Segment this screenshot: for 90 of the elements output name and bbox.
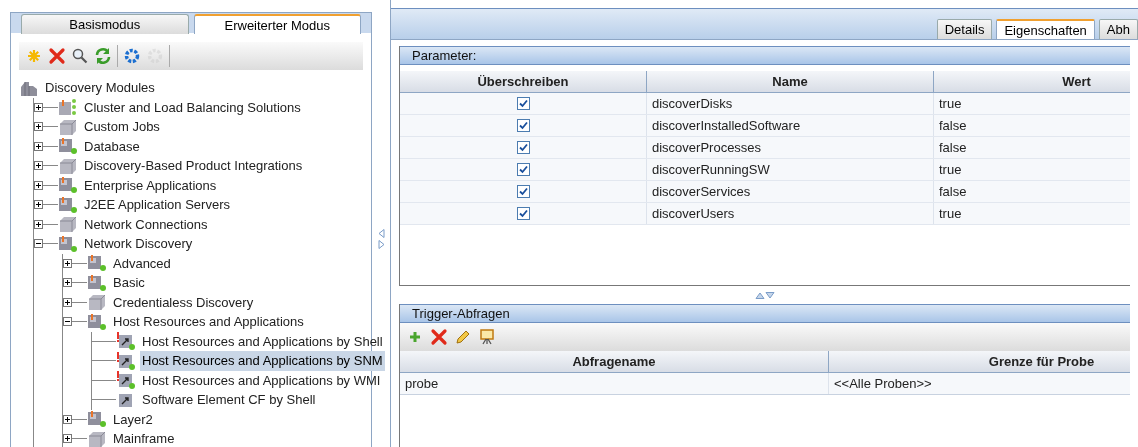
tree-item[interactable]: Host Resources and Applications by SNM: [140, 351, 385, 371]
expand-icon[interactable]: [34, 219, 43, 229]
script-icon: [116, 332, 136, 351]
column-header[interactable]: Überschreiben: [400, 71, 647, 93]
table-cell-text: discoverProcesses: [652, 138, 762, 157]
tree-item[interactable]: Host Resources and Applications: [111, 312, 306, 332]
module-icon: [58, 195, 78, 214]
checkbox[interactable]: [516, 141, 530, 154]
tree-item[interactable]: Layer2: [111, 409, 155, 429]
tree-item[interactable]: Mainframe: [111, 429, 177, 447]
checkbox[interactable]: [516, 163, 530, 176]
module-icon: [58, 234, 78, 253]
collapse-icon[interactable]: [63, 317, 72, 327]
module-icon: [87, 273, 107, 292]
tree-item[interactable]: Network Discovery: [82, 234, 195, 254]
table-cell-text: true: [939, 204, 962, 223]
table-cell-text: discoverDisks: [652, 94, 733, 113]
module-icon: [87, 254, 107, 273]
module-icon: [58, 176, 78, 195]
cube-icon: [87, 429, 107, 447]
expand-icon[interactable]: [63, 414, 72, 424]
cube-icon: [58, 117, 78, 136]
checkbox[interactable]: [516, 119, 530, 132]
delete-icon[interactable]: [48, 47, 66, 65]
gear-icon[interactable]: [123, 47, 141, 65]
table-cell-text: discoverInstalledSoftware: [652, 116, 801, 135]
module-icon: [58, 137, 78, 156]
table-cell-text: discoverUsers: [652, 204, 735, 223]
tree-item[interactable]: Custom Jobs: [82, 117, 162, 137]
module-icon: [87, 312, 107, 331]
mode-tab[interactable]: Erweiterter Modus: [193, 14, 361, 34]
tree-item[interactable]: Discovery-Based Product Integrations: [82, 156, 305, 176]
expand-icon[interactable]: [34, 122, 43, 132]
cube-icon: [87, 293, 107, 312]
column-header[interactable]: Wert: [934, 71, 1130, 93]
cluster-icon: [58, 98, 78, 117]
expand-icon[interactable]: [34, 200, 43, 210]
expand-icon[interactable]: [63, 297, 72, 307]
table-cell-text: true: [939, 94, 962, 113]
tree-item[interactable]: Host Resources and Applications by WMI: [140, 370, 383, 390]
checkbox[interactable]: [516, 97, 530, 110]
table-cell-text: discoverServices: [652, 182, 751, 201]
expand-icon[interactable]: [34, 180, 43, 190]
tree-item[interactable]: Advanced: [111, 253, 173, 273]
pencil-icon[interactable]: [454, 328, 472, 346]
tree-item[interactable]: J2EE Application Servers: [82, 195, 232, 215]
section-header: Trigger-Abfragen: [400, 304, 1130, 323]
column-header[interactable]: Grenze für Probe: [829, 351, 1130, 373]
table-cell-text: <<Alle Proben>>: [834, 374, 932, 393]
checkbox[interactable]: [516, 207, 530, 220]
tree-item[interactable]: Enterprise Applications: [82, 175, 219, 195]
tree-item[interactable]: Basic: [111, 273, 147, 293]
tree-item[interactable]: Software Element CF by Shell: [140, 390, 318, 410]
module-icon: [87, 410, 107, 429]
table-cell-text: false: [939, 116, 967, 135]
detail-tab[interactable]: Abh: [1098, 19, 1138, 39]
table-cell-text: true: [939, 160, 962, 179]
tree-item[interactable]: Credentialess Discovery: [111, 292, 256, 312]
easel-icon[interactable]: [478, 328, 496, 346]
refresh-icon[interactable]: [94, 47, 112, 65]
tree-item[interactable]: Network Connections: [82, 214, 210, 234]
expand-icon[interactable]: [63, 258, 72, 268]
column-header[interactable]: Name: [647, 71, 934, 93]
tree-item[interactable]: Database: [82, 136, 142, 156]
delete-icon[interactable]: [430, 328, 448, 346]
tree-item[interactable]: Cluster and Load Balancing Solutions: [82, 97, 303, 117]
table-cell-text: discoverRunningSW: [652, 160, 770, 179]
table-cell-text: false: [939, 138, 967, 157]
splitter-arrows-icon[interactable]: [754, 291, 775, 299]
checkbox[interactable]: [516, 185, 530, 198]
expand-icon[interactable]: [34, 102, 43, 112]
tree-item[interactable]: Discovery Modules: [43, 78, 157, 98]
expand-icon[interactable]: [34, 161, 43, 171]
expand-icon[interactable]: [34, 141, 43, 151]
table-cell-text: probe: [405, 374, 439, 393]
collapse-icon[interactable]: [34, 239, 43, 249]
expand-icon[interactable]: [63, 278, 72, 288]
cube-icon: [58, 156, 78, 175]
section-header: Parameter:: [400, 46, 1130, 65]
search-icon[interactable]: [71, 47, 89, 65]
script-icon: [116, 371, 136, 390]
detail-tab[interactable]: Eigenschaften: [996, 19, 1095, 39]
table-cell-text: false: [939, 182, 967, 201]
tree-item[interactable]: Host Resources and Applications by Shell: [140, 331, 385, 351]
column-header[interactable]: Abfragename: [400, 351, 829, 373]
script-icon: [116, 351, 136, 370]
detail-tab[interactable]: Details: [936, 19, 993, 39]
mode-tab[interactable]: Basismodus: [21, 14, 189, 34]
cube-icon: [58, 215, 78, 234]
expand-icon[interactable]: [63, 434, 72, 444]
